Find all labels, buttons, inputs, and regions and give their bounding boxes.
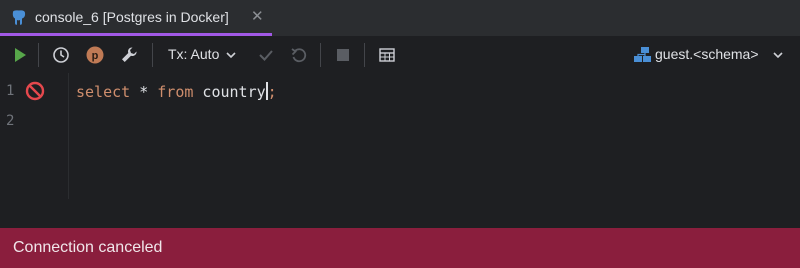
- database-console-window: console_6 [Postgres in Docker] ✕ p Tx: A…: [0, 0, 800, 268]
- toolbar-separator: [320, 43, 321, 67]
- sql-semicolon: ;: [267, 83, 277, 101]
- close-icon[interactable]: ✕: [251, 8, 264, 26]
- schema-selector[interactable]: guest.<schema>: [655, 46, 759, 62]
- check-icon[interactable]: [256, 45, 276, 65]
- transaction-mode-dropdown[interactable]: Tx: Auto: [168, 46, 219, 62]
- postgres-elephant-icon: [12, 10, 26, 25]
- run-icon[interactable]: [10, 45, 30, 65]
- toolbar-separator: [152, 43, 153, 67]
- tab-bar: console_6 [Postgres in Docker] ✕: [0, 0, 800, 37]
- svg-text:p: p: [92, 50, 99, 62]
- toolbar-separator: [364, 43, 365, 67]
- toolbar: p Tx: Auto guest.<schema>: [0, 37, 800, 73]
- error-message: Connection canceled: [13, 239, 163, 256]
- profile-icon[interactable]: p: [85, 45, 105, 65]
- history-icon[interactable]: [51, 45, 71, 65]
- chevron-down-icon[interactable]: [771, 48, 785, 62]
- gutter-divider: [68, 73, 69, 199]
- line-number: 2: [6, 113, 15, 129]
- table-icon[interactable]: [377, 45, 397, 65]
- sql-keyword: from: [157, 83, 194, 101]
- line-number: 1: [6, 83, 15, 99]
- active-tab-indicator: [0, 33, 272, 36]
- error-notification-bar: Connection canceled: [0, 228, 800, 268]
- error-stop-icon[interactable]: [25, 81, 45, 101]
- wrench-icon[interactable]: [119, 45, 139, 65]
- undo-icon[interactable]: [289, 45, 309, 65]
- sql-star: *: [130, 83, 158, 101]
- schema-icon[interactable]: [632, 45, 652, 65]
- chevron-down-icon[interactable]: [224, 48, 238, 62]
- tab-console[interactable]: console_6 [Postgres in Docker] ✕: [0, 0, 272, 36]
- sql-keyword: select: [76, 83, 131, 101]
- code-line[interactable]: select * from country;: [76, 82, 277, 101]
- tab-title: console_6 [Postgres in Docker]: [35, 9, 229, 25]
- sql-editor[interactable]: 1 2 select * from country;: [0, 73, 800, 228]
- toolbar-separator: [38, 43, 39, 67]
- stop-icon[interactable]: [333, 45, 353, 65]
- sql-table-name: country: [193, 83, 266, 101]
- editor-gutter: 1 2: [0, 73, 68, 199]
